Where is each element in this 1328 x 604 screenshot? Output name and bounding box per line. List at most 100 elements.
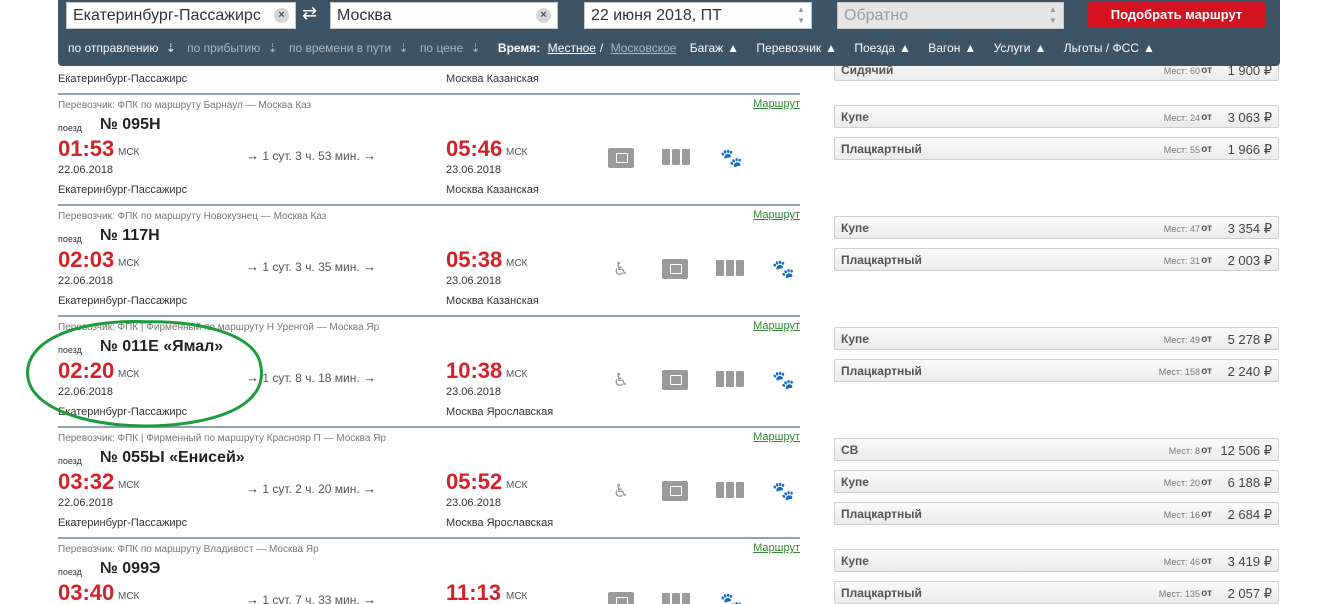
date-input[interactable]: 22 июня 2018, ПТ ▲ ▼ bbox=[584, 2, 812, 29]
date-spinner-icon[interactable]: ▲ ▼ bbox=[795, 4, 807, 26]
filter-carrier[interactable]: Перевозчик ▲ bbox=[756, 41, 841, 55]
arrival-station: Москва Казанская bbox=[446, 295, 539, 307]
pets-paw-icon: 🐾 bbox=[720, 148, 743, 168]
sort-by-travel-time[interactable]: по времени в пути ⇣ bbox=[289, 41, 413, 55]
route-link[interactable]: Маршрут bbox=[753, 98, 800, 110]
train-number: № 099Э bbox=[100, 560, 161, 577]
price: 3 063 ₽ bbox=[1227, 110, 1272, 125]
price-from-label: от bbox=[1201, 334, 1212, 345]
wheelchair-icon: ♿ bbox=[612, 259, 630, 279]
wheelchair-icon: ♿ bbox=[612, 370, 630, 390]
clear-to-icon[interactable]: × bbox=[536, 8, 551, 23]
train-number: № 011Е «Ямал» bbox=[100, 338, 224, 355]
return-date-input[interactable]: Обратно ▲ ▼ bbox=[837, 2, 1064, 29]
to-station-input[interactable]: Москва × bbox=[330, 2, 558, 29]
luggage-icon bbox=[662, 592, 690, 604]
class-button-platskart[interactable]: Плацкартный Мест: 31 от 2 003 ₽ bbox=[834, 248, 1279, 271]
route-link[interactable]: Маршрут bbox=[753, 320, 800, 332]
price: 5 278 ₽ bbox=[1227, 332, 1272, 347]
price: 3 419 ₽ bbox=[1227, 554, 1272, 569]
find-route-button[interactable]: Подобрать маршрут bbox=[1088, 2, 1265, 28]
row-separator bbox=[58, 204, 800, 206]
filter-car[interactable]: Вагон ▲ bbox=[928, 41, 980, 55]
class-button-kupe[interactable]: Купе Мест: 46 от 3 419 ₽ bbox=[834, 549, 1279, 572]
class-button-platskart[interactable]: Плацкартный Мест: 158 от 2 240 ₽ bbox=[834, 359, 1279, 382]
departure-time: 02:03 bbox=[58, 247, 115, 272]
seats-count: Мест: 24 bbox=[1163, 113, 1200, 123]
sort-by-departure[interactable]: по отправлению ⇣ bbox=[68, 41, 180, 55]
travel-duration: → 1 сут. 3 ч. 35 мин. → bbox=[246, 259, 377, 274]
route-link[interactable]: Маршрут bbox=[753, 209, 800, 221]
train-row[interactable]: Перевозчик: ФПК по маршруту Новокузнец —… bbox=[58, 207, 800, 317]
swap-arrows-icon[interactable]: ⇄ bbox=[302, 3, 317, 24]
departure-date: 22.06.2018 bbox=[58, 275, 114, 287]
arrow-right-icon: → bbox=[246, 370, 259, 385]
route-link[interactable]: Маршрут bbox=[753, 542, 800, 554]
train-row[interactable]: Перевозчик: ФПК по маршруту Барнаул — Мо… bbox=[58, 96, 800, 206]
class-button-platskart[interactable]: Плацкартный Мест: 55 от 1 966 ₽ bbox=[834, 137, 1279, 160]
class-button-sv[interactable]: СВ Мест: 8 от 12 506 ₽ bbox=[834, 438, 1279, 461]
search-panel: Екатеринбург-Пассажирс × ⇄ Москва × 22 и… bbox=[58, 0, 1280, 66]
train-label: поезд bbox=[58, 456, 82, 466]
arrival-date: 23.06.2018 bbox=[446, 386, 502, 398]
price-from-label: от bbox=[1201, 144, 1212, 155]
departure-station: Екатеринбург-Пассажирс bbox=[58, 517, 188, 529]
class-name: Плацкартный bbox=[841, 586, 922, 600]
pets-paw-icon: 🐾 bbox=[772, 481, 795, 501]
timezone-label: МСК bbox=[118, 147, 140, 158]
travel-duration: → 1 сут. 7 ч. 33 мин. → bbox=[246, 592, 376, 604]
class-button-kupe[interactable]: Купе Мест: 24 от 3 063 ₽ bbox=[834, 105, 1279, 128]
seats-count: Мест: 16 bbox=[1163, 510, 1200, 520]
price: 6 188 ₽ bbox=[1227, 475, 1272, 490]
price: 2 684 ₽ bbox=[1227, 507, 1272, 522]
filter-services[interactable]: Услуги ▲ bbox=[994, 41, 1051, 55]
arrow-right-icon: → bbox=[363, 259, 377, 274]
train-row[interactable]: Перевозчик: ФПК | Фирменный по маршруту … bbox=[58, 429, 800, 539]
arrow-right-icon: → bbox=[246, 148, 259, 163]
arrival-time: 10:38 bbox=[446, 358, 503, 383]
sort-by-price[interactable]: по цене ⇣ bbox=[420, 41, 485, 55]
time-local-toggle[interactable]: Местное bbox=[548, 41, 596, 55]
seats-count: Мест: 55 bbox=[1163, 145, 1200, 155]
train-row[interactable]: Перевозчик: ФПК | Фирменный по маршруту … bbox=[58, 318, 800, 428]
arrival-time: 05:52 bbox=[446, 469, 503, 494]
class-name: Плацкартный bbox=[841, 364, 922, 378]
class-button-kupe[interactable]: Купе Мест: 49 от 5 278 ₽ bbox=[834, 327, 1279, 350]
clear-from-icon[interactable]: × bbox=[274, 8, 289, 23]
luggage-icon bbox=[716, 259, 744, 279]
sort-by-arrival[interactable]: по прибытию ⇣ bbox=[187, 41, 281, 55]
seats-count: Мест: 135 bbox=[1158, 589, 1200, 599]
train-row[interactable]: Перевозчик: ФПК по маршруту Владивост — … bbox=[58, 540, 800, 604]
triangle-up-icon: ▲ bbox=[825, 41, 838, 55]
timezone-label: МСК bbox=[506, 369, 528, 380]
class-name: СВ bbox=[841, 443, 859, 457]
arrow-right-icon: → bbox=[363, 592, 377, 604]
class-button-kupe[interactable]: Купе Мест: 47 от 3 354 ₽ bbox=[834, 216, 1279, 239]
price-from-label: от bbox=[1201, 112, 1212, 123]
return-placeholder: Обратно bbox=[844, 7, 909, 24]
triangle-up-icon: ▲ bbox=[964, 41, 977, 55]
date-value: 22 июня 2018, ПТ bbox=[591, 7, 722, 24]
filter-trains[interactable]: Поезда ▲ bbox=[854, 41, 915, 55]
pets-paw-icon: 🐾 bbox=[772, 259, 795, 279]
partial-arrival-station: Москва Казанская bbox=[446, 73, 539, 85]
return-spinner-icon[interactable]: ▲ ▼ bbox=[1047, 4, 1059, 26]
price: 2 003 ₽ bbox=[1227, 253, 1272, 268]
departure-time: 02:20 bbox=[58, 358, 115, 383]
time-moscow-toggle[interactable]: Московское bbox=[611, 41, 677, 55]
class-button-kupe[interactable]: Купе Мест: 20 от 6 188 ₽ bbox=[834, 470, 1279, 493]
triangle-up-icon: ▲ bbox=[727, 41, 740, 55]
arrival-date: 23.06.2018 bbox=[446, 275, 502, 287]
price-from-label: от bbox=[1201, 445, 1212, 456]
class-button-platskart[interactable]: Плацкартный Мест: 135 от 2 057 ₽ bbox=[834, 581, 1279, 604]
class-name: Купе bbox=[841, 221, 869, 235]
route-link[interactable]: Маршрут bbox=[753, 431, 800, 443]
price-from-label: от bbox=[1201, 477, 1212, 488]
carrier-route-info: Перевозчик: ФПК | Фирменный по маршруту … bbox=[58, 433, 386, 444]
class-button-platskart[interactable]: Плацкартный Мест: 16 от 2 684 ₽ bbox=[834, 502, 1279, 525]
filter-benefits[interactable]: Льготы / ФСС ▲ bbox=[1064, 41, 1159, 55]
price-from-label: от bbox=[1201, 588, 1212, 599]
from-station-input[interactable]: Екатеринбург-Пассажирс × bbox=[66, 2, 296, 29]
filter-baggage[interactable]: Багаж ▲ bbox=[690, 41, 743, 55]
departure-time: 01:53 bbox=[58, 136, 115, 161]
